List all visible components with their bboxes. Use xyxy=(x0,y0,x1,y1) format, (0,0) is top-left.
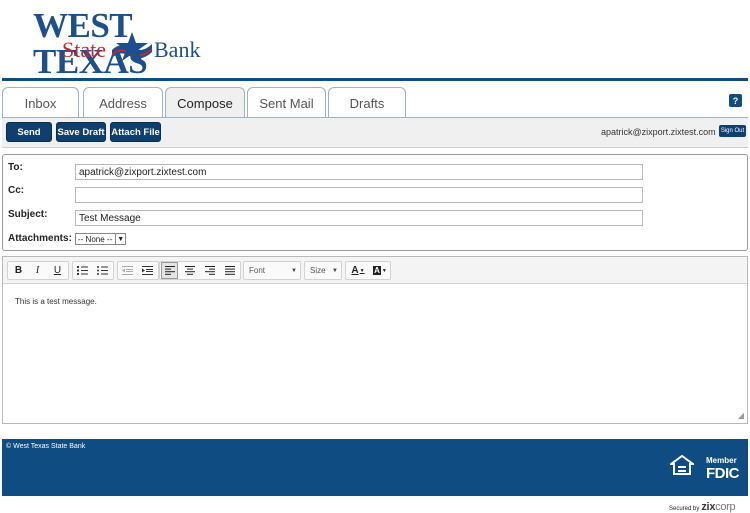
message-header-form: To: apatrick@zixport.zixtest.com Cc: Sub… xyxy=(2,154,748,251)
font-dropdown[interactable]: Font ▼ xyxy=(243,262,301,279)
tab-compose[interactable]: Compose xyxy=(165,87,245,119)
chevron-down-icon: ▼ xyxy=(332,267,338,274)
outdent-icon[interactable] xyxy=(119,262,136,279)
secured-by: Secured by zixcorp xyxy=(669,501,736,513)
bank-logo: WEST TEXAS State Bank xyxy=(30,8,240,80)
editor-body-text[interactable]: This is a test message. xyxy=(15,297,97,306)
tab-drafts[interactable]: Drafts xyxy=(328,87,406,118)
corp-wordmark: corp xyxy=(715,501,736,513)
italic-button[interactable]: I xyxy=(29,262,46,279)
chevron-down-icon: ▼ xyxy=(381,267,387,274)
equal-housing-lender-icon xyxy=(670,455,694,475)
save-draft-button[interactable]: Save Draft xyxy=(56,122,106,142)
attachments-selected-value: -- None -- xyxy=(78,234,113,244)
text-color-label: A xyxy=(351,265,359,276)
align-right-icon[interactable] xyxy=(201,262,218,279)
copyright-text: © West Texas State Bank xyxy=(6,443,86,450)
texas-star-icon xyxy=(112,32,152,61)
bold-button[interactable]: B xyxy=(10,262,27,279)
tab-label: Drafts xyxy=(349,95,385,111)
text-color-button[interactable]: A ▼ xyxy=(348,262,368,279)
attachments-select[interactable]: -- None -- ▼ xyxy=(75,233,127,245)
tab-inbox[interactable]: Inbox xyxy=(2,87,79,118)
align-justify-icon[interactable] xyxy=(221,262,238,279)
cc-field[interactable] xyxy=(75,187,643,203)
message-editor: B I U Font ▼ Size ▼ A ▼ A ▼ This is a te… xyxy=(2,256,748,424)
fdic-member: Member xyxy=(706,456,737,465)
to-label: To: xyxy=(8,162,23,173)
resize-handle-icon[interactable]: ◢ xyxy=(738,411,744,420)
zix-wordmark: zix xyxy=(701,501,716,513)
bg-color-label: A xyxy=(373,266,381,275)
subject-field[interactable]: Test Message xyxy=(75,210,643,226)
help-button[interactable]: ? xyxy=(729,94,742,107)
mail-tabs: Inbox Address Compose Sent Mail Drafts xyxy=(2,87,748,119)
chevron-down-icon: ▼ xyxy=(291,267,297,274)
logo-state: State xyxy=(62,37,106,62)
chevron-down-icon: ▼ xyxy=(115,234,125,244)
fdic-badge: Member FDIC xyxy=(706,456,740,482)
tab-label: Address xyxy=(99,95,147,111)
to-field[interactable]: apatrick@zixport.zixtest.com xyxy=(75,164,643,180)
tab-label: Sent Mail xyxy=(259,95,314,111)
sign-out-button[interactable]: Sign Out xyxy=(719,125,746,137)
align-center-icon[interactable] xyxy=(181,262,198,279)
numbered-list-icon[interactable] xyxy=(74,262,91,279)
editor-toolbar: B I U Font ▼ Size ▼ A ▼ A ▼ xyxy=(3,257,747,284)
tab-address[interactable]: Address xyxy=(83,87,163,118)
align-left-icon[interactable] xyxy=(161,262,178,279)
send-button[interactable]: Send xyxy=(6,122,52,142)
fdic-label: FDIC xyxy=(706,465,740,482)
zixcorp-logo: zixcorp xyxy=(701,501,735,513)
chevron-down-icon: ▼ xyxy=(359,267,365,274)
tab-label: Inbox xyxy=(24,95,57,111)
indent-icon[interactable] xyxy=(139,262,156,279)
attachments-label: Attachments: xyxy=(8,233,72,244)
attach-file-button[interactable]: Attach File xyxy=(110,122,161,142)
cc-label: Cc: xyxy=(8,185,25,196)
tab-label: Compose xyxy=(177,96,233,111)
underline-button[interactable]: U xyxy=(49,262,66,279)
size-dropdown-label: Size xyxy=(310,266,326,275)
secured-by-label: Secured by xyxy=(669,506,700,512)
bullet-list-icon[interactable] xyxy=(94,262,111,279)
tab-sent-mail[interactable]: Sent Mail xyxy=(247,87,326,118)
font-dropdown-label: Font xyxy=(249,266,266,275)
subject-label: Subject: xyxy=(8,209,48,220)
page-footer: © West Texas State Bank Member FDIC xyxy=(2,439,748,496)
size-dropdown[interactable]: Size ▼ xyxy=(304,262,342,279)
logo-bank: Bank xyxy=(154,37,201,62)
header-divider xyxy=(2,78,748,81)
compose-toolbar: Send Save Draft Attach File apatrick@zix… xyxy=(2,117,748,148)
background-color-button[interactable]: A ▼ xyxy=(370,262,390,279)
user-email: apatrick@zixport.zixtest.com xyxy=(601,127,716,137)
